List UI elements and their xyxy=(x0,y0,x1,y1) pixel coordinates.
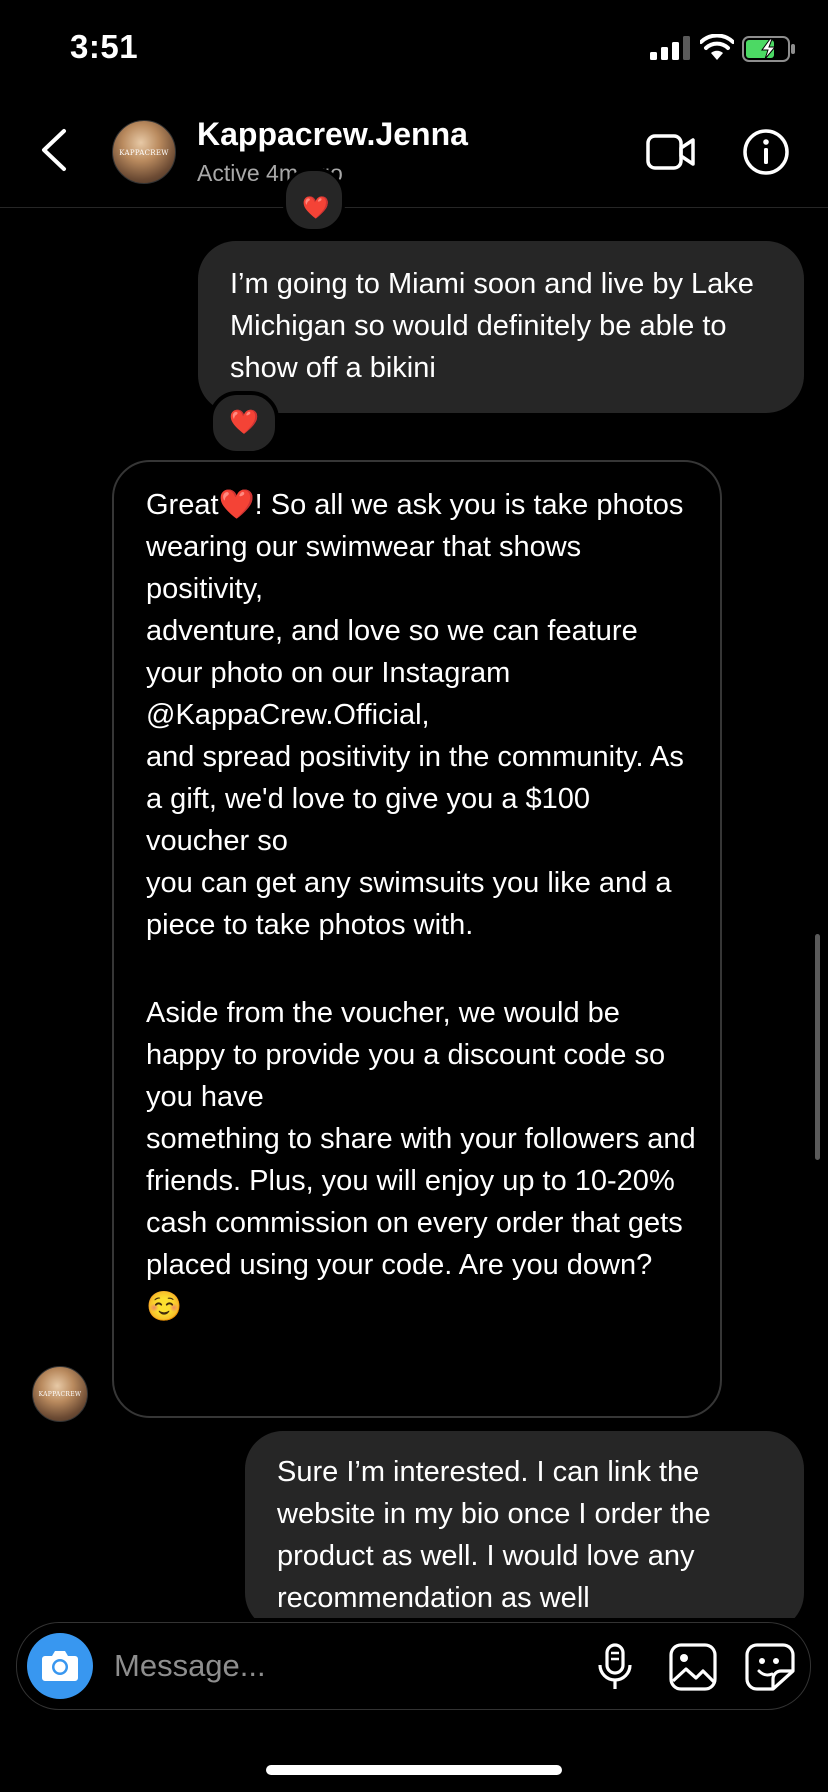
video-call-icon[interactable] xyxy=(646,130,696,174)
previous-reaction-badge[interactable]: ❤️ xyxy=(283,168,345,232)
signal-icon xyxy=(650,36,690,60)
message-line: cash commission on every order that gets… xyxy=(146,1207,691,1323)
composer-area xyxy=(0,1618,828,1738)
microphone-icon[interactable] xyxy=(595,1643,635,1691)
received-message[interactable]: Great❤️! So all we ask you is take photo… xyxy=(112,460,722,1418)
sent-message[interactable]: I’m going to Miami soon and live by Lake… xyxy=(198,241,804,413)
sender-avatar[interactable]: KAPPACREW xyxy=(32,1366,88,1422)
contact-name[interactable]: Kappacrew.Jenna xyxy=(197,116,468,153)
message-line: you can get any swimsuits you like and a… xyxy=(146,867,680,941)
scrollbar[interactable] xyxy=(815,934,820,1160)
back-chevron-icon[interactable] xyxy=(38,128,68,172)
message-line: adventure, and love so we can feature yo… xyxy=(146,615,646,731)
avatar-logo-text: KAPPACREW xyxy=(119,148,169,157)
heart-icon: ❤️ xyxy=(302,195,330,220)
image-icon[interactable] xyxy=(669,1643,717,1691)
message-input[interactable] xyxy=(112,1641,496,1691)
info-icon[interactable] xyxy=(742,128,790,176)
message-line: something to share with your followers a… xyxy=(146,1123,704,1197)
avatar-logo-text: KAPPACREW xyxy=(38,1391,82,1399)
sent-message[interactable]: Sure I’m interested. I can link the webs… xyxy=(245,1431,804,1631)
home-indicator[interactable] xyxy=(266,1765,562,1775)
wifi-icon xyxy=(700,34,734,60)
battery-icon xyxy=(742,36,795,62)
message-composer xyxy=(16,1622,811,1710)
contact-avatar[interactable]: KAPPACREW xyxy=(112,120,176,184)
message-line: and spread positivity in the community. … xyxy=(146,741,692,857)
camera-button[interactable] xyxy=(27,1633,93,1699)
message-line: Great❤️! So all we ask you is take photo… xyxy=(146,489,692,605)
message-line: Aside from the voucher, we would be happ… xyxy=(146,997,674,1113)
status-time: 3:51 xyxy=(70,28,139,65)
reaction-badge[interactable]: ❤️ xyxy=(209,391,279,455)
conversation-header: KAPPACREW Kappacrew.Jenna Active 4m ago xyxy=(0,100,828,208)
sticker-icon[interactable] xyxy=(745,1643,795,1691)
camera-icon xyxy=(42,1651,78,1681)
